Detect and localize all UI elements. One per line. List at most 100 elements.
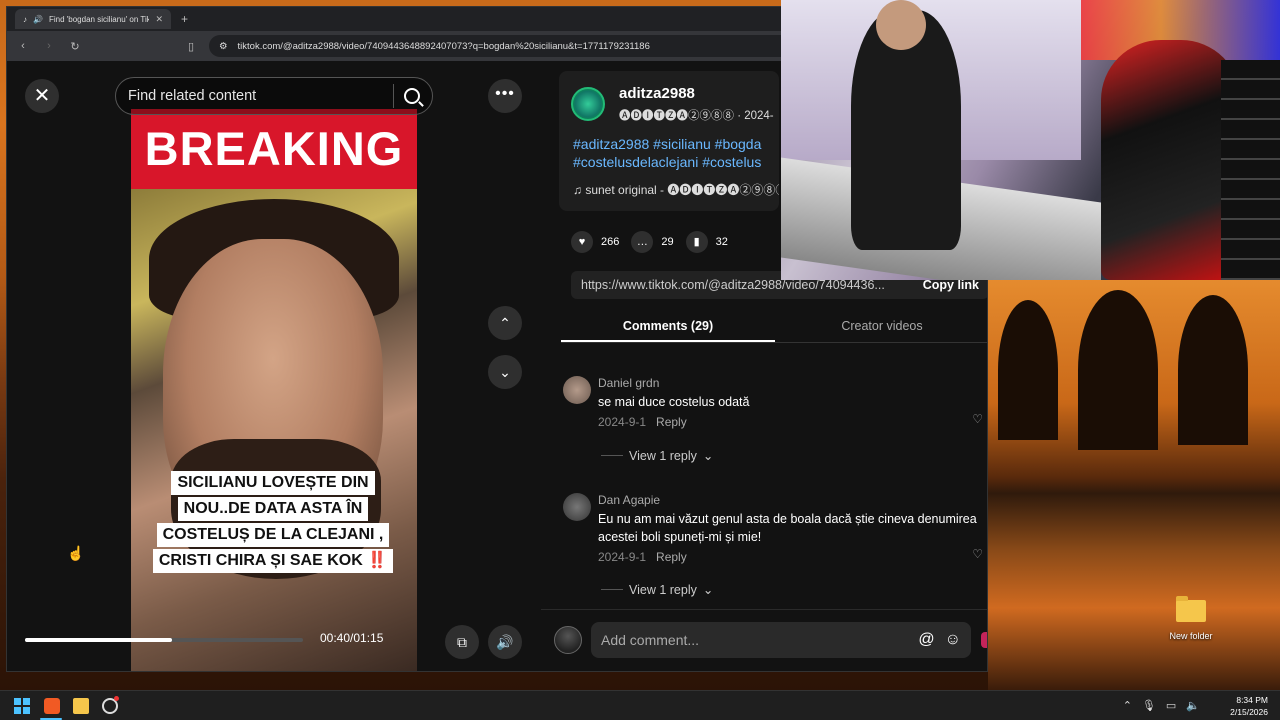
chevron-down-icon: ⌄ [702,449,714,463]
taskbar: ⌃ 🎙 ▭ 🔈 8:34 PM 2/15/2026 [0,690,1280,720]
caption-line: NOU..DE DATA ASTA ÎN [177,497,369,521]
caption-exclaim: ‼️ [367,552,388,569]
author-meta: 🅐🅓🅘🅣🅩🅐②⑨⑧⑧ · 2024- [619,110,774,122]
video-timecode: 00:40/01:15 [320,631,384,645]
speaker-icon[interactable]: 🔈 [1186,699,1200,712]
wallpaper-scene [988,280,1280,690]
webcam-person-head [876,0,926,50]
pip-button[interactable]: ⧉ [445,625,479,659]
brave-taskbar-icon[interactable] [44,698,60,714]
back-icon[interactable]: ‹ [15,40,31,52]
start-icon[interactable] [14,698,30,714]
share-link-url: https://www.tiktok.com/@aditza2988/video… [581,278,885,292]
comment-icon: … [631,231,654,253]
comment-stat[interactable]: … 29 [631,231,674,253]
search-input[interactable] [128,88,383,104]
audio-playing-icon[interactable]: 🔊 [33,15,43,24]
view-replies-button[interactable]: View 1 reply ⌄ [601,448,713,463]
comment-text: se mai duce costelus odată [598,395,750,409]
save-count: 32 [715,236,728,248]
microphone-icon[interactable]: 🎙 [1142,699,1156,712]
commenter-avatar[interactable] [563,493,591,521]
bookmark-icon: ▮ [685,231,708,253]
reload-icon[interactable]: ↻ [67,40,83,53]
mention-icon[interactable]: @ [918,631,934,649]
tab-creator-videos[interactable]: Creator videos [775,311,987,342]
video-player[interactable]: BREAKING SICILIANU LOVEȘTE DIN NOU..DE D… [131,109,417,671]
commenter-name[interactable]: Daniel grdn [598,376,978,390]
video-frame [131,189,417,671]
wallpaper-tree [1178,295,1248,445]
save-stat[interactable]: ▮ 32 [685,231,728,253]
tab-close-icon[interactable]: ✕ [155,14,163,25]
notification-dot [114,696,119,701]
volume-button[interactable]: 🔊 [488,625,522,659]
post-button[interactable] [981,632,987,648]
url-text: tiktok.com/@aditza2988/video/74094436488… [237,40,650,52]
reply-button[interactable]: Reply [656,550,687,564]
previous-video-button[interactable]: ⌃ [488,306,522,340]
commenter-name[interactable]: Dan Agapie [598,493,978,507]
desktop-icon-new-folder[interactable]: New folder [1165,596,1217,644]
tab-tiktok[interactable]: ♪ 🔊 Find 'bogdan sicilianu' on Tik ✕ [15,9,171,29]
panel-tabs: Comments (29) Creator videos [561,311,987,343]
new-tab-button[interactable]: + [181,12,188,26]
heart-icon: ♥ [571,231,593,253]
comment-date: 2024-9-1 [598,415,647,429]
forward-icon[interactable]: › [41,40,57,52]
view-replies-label: View 1 reply [629,448,697,463]
user-avatar[interactable] [554,626,582,654]
more-options-button[interactable]: ••• [488,79,522,113]
video-progress-bar[interactable] [25,638,303,642]
display-icon[interactable]: ▭ [1166,699,1176,712]
author-name[interactable]: aditza2988 [619,85,695,102]
close-video-button[interactable]: ✕ [25,79,59,113]
next-video-button[interactable]: ⌄ [488,355,522,389]
comment-body: Dan Agapie Eu nu am mai văzut genul asta… [598,493,978,564]
webcam-gaming-chair [1101,40,1241,280]
tab-title: Find 'bogdan sicilianu' on Tik [48,14,150,24]
sound-link[interactable]: ♫ sunet original - 🅐🅓🅘🅣🅩🅐②⑨⑧⑧ [573,181,779,198]
comment-like-icon[interactable]: ♡ [972,547,983,561]
tiktok-favicon-icon: ♪ [23,14,27,24]
comment-body: Daniel grdn se mai duce costelus odată 2… [598,376,978,429]
video-progress-fill [25,638,173,642]
view-replies-label: View 1 reply [629,582,697,597]
caption-line-text: CRISTI CHIRA ȘI SAE KOK [158,552,363,569]
view-replies-button[interactable]: View 1 reply ⌄ [601,582,713,597]
webcam-overlay [781,0,1280,280]
caption-line: COSTELUȘ DE LA CLEJANI , [156,523,390,547]
divider [601,589,623,590]
reply-button[interactable]: Reply [656,415,687,429]
comment-text: Eu nu am mai văzut genul asta de boala d… [598,512,977,544]
tab-comments[interactable]: Comments (29) [561,311,775,342]
taskbar-clock[interactable]: 8:34 PM 2/15/2026 [1230,694,1268,718]
emoji-icon[interactable]: ☺ [945,631,961,649]
bookmark-icon[interactable]: ▯ [183,40,199,53]
folder-icon [1176,596,1206,622]
caption-line: SICILIANU LOVEȘTE DIN [171,471,375,495]
wallpaper-tree [1078,290,1158,450]
video-caption: SICILIANU LOVEȘTE DIN NOU..DE DATA ASTA … [149,471,397,575]
chevron-down-icon: ⌄ [702,583,714,597]
comment-input[interactable] [601,632,909,648]
mouse-cursor-icon: ☝ [67,545,85,561]
engagement-stats: ♥ 266 … 29 ▮ 32 [571,231,728,253]
address-bar[interactable]: ⚙ tiktok.com/@aditza2988/video/740944364… [209,35,875,57]
comment-meta: 2024-9-1 Reply [598,415,978,429]
related-search [115,77,433,115]
search-icon[interactable] [404,88,420,104]
commenter-avatar[interactable] [563,376,591,404]
site-info-icon[interactable]: ⚙ [219,41,228,52]
author-avatar[interactable] [571,87,605,121]
comment-like-icon[interactable]: ♡ [972,412,983,426]
like-count: 266 [601,236,620,248]
copy-link-button[interactable]: Copy link [923,278,979,292]
video-hashtags[interactable]: #aditza2988 #sicilianu #bogda #costelusd… [573,135,779,171]
like-stat[interactable]: ♥ 266 [571,231,619,253]
file-explorer-icon[interactable] [73,698,89,714]
comment-date: 2024-9-1 [598,550,647,564]
chevron-up-icon[interactable]: ⌃ [1123,699,1132,712]
comment-meta: 2024-9-1 Reply [598,550,978,564]
wallpaper-tree [998,300,1058,440]
